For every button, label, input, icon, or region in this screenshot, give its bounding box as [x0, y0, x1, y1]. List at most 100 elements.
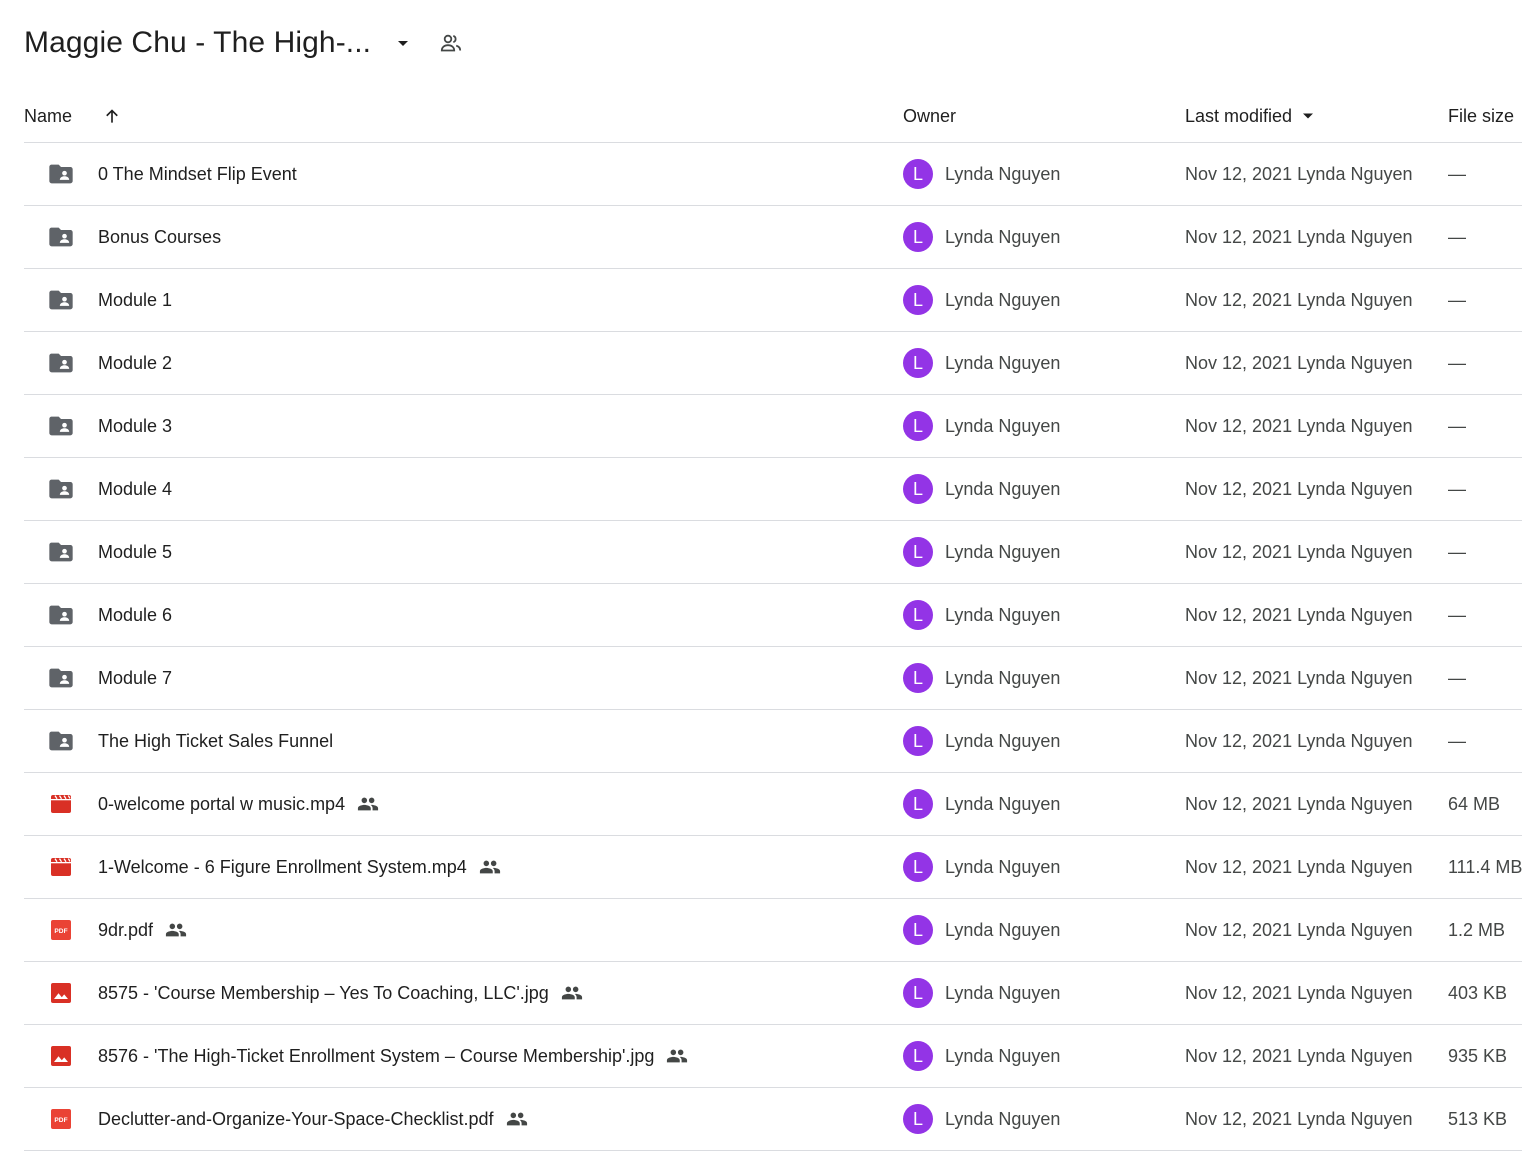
last-modified-cell: Nov 12, 2021 Lynda Nguyen: [1185, 793, 1413, 814]
owner-column-label: Owner: [903, 105, 957, 126]
file-name: 0-welcome portal w music.mp4: [98, 793, 346, 814]
file-name: Module 3: [98, 415, 173, 436]
avatar[interactable]: L: [903, 348, 933, 378]
avatar[interactable]: L: [903, 537, 933, 567]
avatar[interactable]: L: [903, 915, 933, 945]
file-name-cell[interactable]: 8576 - 'The High-Ticket Enrollment Syste…: [98, 1025, 688, 1087]
table-row[interactable]: Module 4 L Lynda Nguyen Nov 12, 2021 Lyn…: [24, 458, 1522, 521]
file-size-cell: 1.2 MB: [1448, 919, 1506, 940]
file-name-cell[interactable]: Module 5: [98, 521, 172, 583]
file-name-cell[interactable]: Module 7: [98, 647, 172, 709]
file-size-cell: —: [1448, 289, 1466, 310]
table-row[interactable]: Module 5 L Lynda Nguyen Nov 12, 2021 Lyn…: [24, 521, 1522, 584]
shared-folder-icon: [46, 269, 76, 331]
file-name-cell[interactable]: Module 1: [98, 269, 172, 331]
file-size-cell: 935 KB: [1448, 1045, 1508, 1066]
owner-name: Lynda Nguyen: [945, 1108, 1061, 1129]
video-file-icon: [46, 836, 76, 898]
last-modified-cell: Nov 12, 2021 Lynda Nguyen: [1185, 541, 1413, 562]
file-size-column-header[interactable]: File size: [1448, 90, 1514, 142]
file-name-cell[interactable]: 8575 - 'Course Membership – Yes To Coach…: [98, 962, 583, 1024]
owner-column-header[interactable]: Owner: [903, 90, 956, 142]
table-row[interactable]: Module 6 L Lynda Nguyen Nov 12, 2021 Lyn…: [24, 584, 1522, 647]
people-icon[interactable]: [437, 29, 465, 57]
file-size-cell: —: [1448, 352, 1466, 373]
owner-cell: L Lynda Nguyen: [903, 899, 1060, 961]
last-modified-cell: Nov 12, 2021 Lynda Nguyen: [1185, 604, 1413, 625]
shared-folder-icon: [46, 458, 76, 520]
owner-name: Lynda Nguyen: [945, 1045, 1061, 1066]
table-row[interactable]: Module 3 L Lynda Nguyen Nov 12, 2021 Lyn…: [24, 395, 1522, 458]
owner-cell: L Lynda Nguyen: [903, 962, 1060, 1024]
file-name: 1-Welcome - 6 Figure Enrollment System.m…: [98, 856, 467, 877]
last-modified-column-header[interactable]: Last modified: [1185, 90, 1318, 142]
video-file-icon: [46, 773, 76, 835]
table-row[interactable]: Bonus Courses L Lynda Nguyen Nov 12, 202…: [24, 206, 1522, 269]
avatar[interactable]: L: [903, 978, 933, 1008]
name-column-label: Name: [24, 105, 73, 126]
file-name-cell[interactable]: 1-Welcome - 6 Figure Enrollment System.m…: [98, 836, 501, 898]
owner-name: Lynda Nguyen: [945, 289, 1061, 310]
avatar[interactable]: L: [903, 411, 933, 441]
owner-cell: L Lynda Nguyen: [903, 584, 1060, 646]
table-row[interactable]: The High Ticket Sales Funnel L Lynda Ngu…: [24, 710, 1522, 773]
avatar[interactable]: L: [903, 1041, 933, 1071]
file-name-cell[interactable]: 0-welcome portal w music.mp4: [98, 773, 379, 835]
avatar[interactable]: L: [903, 663, 933, 693]
avatar[interactable]: L: [903, 726, 933, 756]
last-modified-cell: Nov 12, 2021 Lynda Nguyen: [1185, 478, 1413, 499]
owner-cell: L Lynda Nguyen: [903, 1088, 1060, 1150]
last-modified-cell: Nov 12, 2021 Lynda Nguyen: [1185, 856, 1413, 877]
file-name-cell[interactable]: Module 3: [98, 395, 172, 457]
owner-cell: L Lynda Nguyen: [903, 395, 1060, 457]
arrow-drop-down-icon[interactable]: [391, 31, 415, 55]
arrow-drop-down-icon[interactable]: [1298, 106, 1318, 126]
table-row[interactable]: 0 The Mindset Flip Event L Lynda Nguyen …: [24, 143, 1522, 206]
file-size-cell: —: [1448, 667, 1466, 688]
file-name-cell[interactable]: The High Ticket Sales Funnel: [98, 710, 333, 772]
shared-folder-icon: [46, 332, 76, 394]
file-size-cell: 403 KB: [1448, 982, 1508, 1003]
file-name-cell[interactable]: Module 4: [98, 458, 172, 520]
owner-cell: L Lynda Nguyen: [903, 458, 1060, 520]
table-row[interactable]: PDF Declutter-and-Organize-Your-Space-Ch…: [24, 1088, 1522, 1151]
file-list: Name Owner Last modified File size 0 The…: [24, 90, 1522, 1151]
file-name-cell[interactable]: Module 2: [98, 332, 172, 394]
image-file-icon: [46, 1025, 76, 1087]
folder-title[interactable]: Maggie Chu - The High-...: [24, 26, 371, 60]
file-name-cell[interactable]: 9dr.pdf: [98, 899, 187, 961]
avatar[interactable]: L: [903, 852, 933, 882]
avatar[interactable]: L: [903, 789, 933, 819]
table-row[interactable]: 8575 - 'Course Membership – Yes To Coach…: [24, 962, 1522, 1025]
owner-name: Lynda Nguyen: [945, 856, 1061, 877]
file-name-cell[interactable]: Module 6: [98, 584, 172, 646]
table-row[interactable]: Module 1 L Lynda Nguyen Nov 12, 2021 Lyn…: [24, 269, 1522, 332]
table-header: Name Owner Last modified File size: [24, 90, 1522, 143]
avatar[interactable]: L: [903, 600, 933, 630]
file-name: Module 7: [98, 667, 173, 688]
file-name: Module 2: [98, 352, 173, 373]
owner-name: Lynda Nguyen: [945, 352, 1061, 373]
file-size-cell: —: [1448, 604, 1466, 625]
owner-cell: L Lynda Nguyen: [903, 647, 1060, 709]
owner-cell: L Lynda Nguyen: [903, 206, 1060, 268]
table-row[interactable]: 1-Welcome - 6 Figure Enrollment System.m…: [24, 836, 1522, 899]
last-modified-cell: Nov 12, 2021 Lynda Nguyen: [1185, 163, 1413, 184]
file-name-cell[interactable]: 0 The Mindset Flip Event: [98, 143, 297, 205]
owner-name: Lynda Nguyen: [945, 226, 1061, 247]
table-row[interactable]: 0-welcome portal w music.mp4 L Lynda Ngu…: [24, 773, 1522, 836]
table-row[interactable]: PDF 9dr.pdf L Lynda Nguyen Nov 12, 2021 …: [24, 899, 1522, 962]
table-row[interactable]: 8576 - 'The High-Ticket Enrollment Syste…: [24, 1025, 1522, 1088]
avatar[interactable]: L: [903, 285, 933, 315]
table-row[interactable]: Module 2 L Lynda Nguyen Nov 12, 2021 Lyn…: [24, 332, 1522, 395]
table-row[interactable]: Module 7 L Lynda Nguyen Nov 12, 2021 Lyn…: [24, 647, 1522, 710]
avatar[interactable]: L: [903, 474, 933, 504]
file-name-cell[interactable]: Bonus Courses: [98, 206, 221, 268]
file-name-cell[interactable]: Declutter-and-Organize-Your-Space-Checkl…: [98, 1088, 528, 1150]
avatar[interactable]: L: [903, 159, 933, 189]
name-column-header[interactable]: Name: [24, 90, 122, 142]
arrow-upward-icon[interactable]: [102, 106, 122, 126]
file-size-cell: —: [1448, 478, 1466, 499]
avatar[interactable]: L: [903, 222, 933, 252]
avatar[interactable]: L: [903, 1104, 933, 1134]
